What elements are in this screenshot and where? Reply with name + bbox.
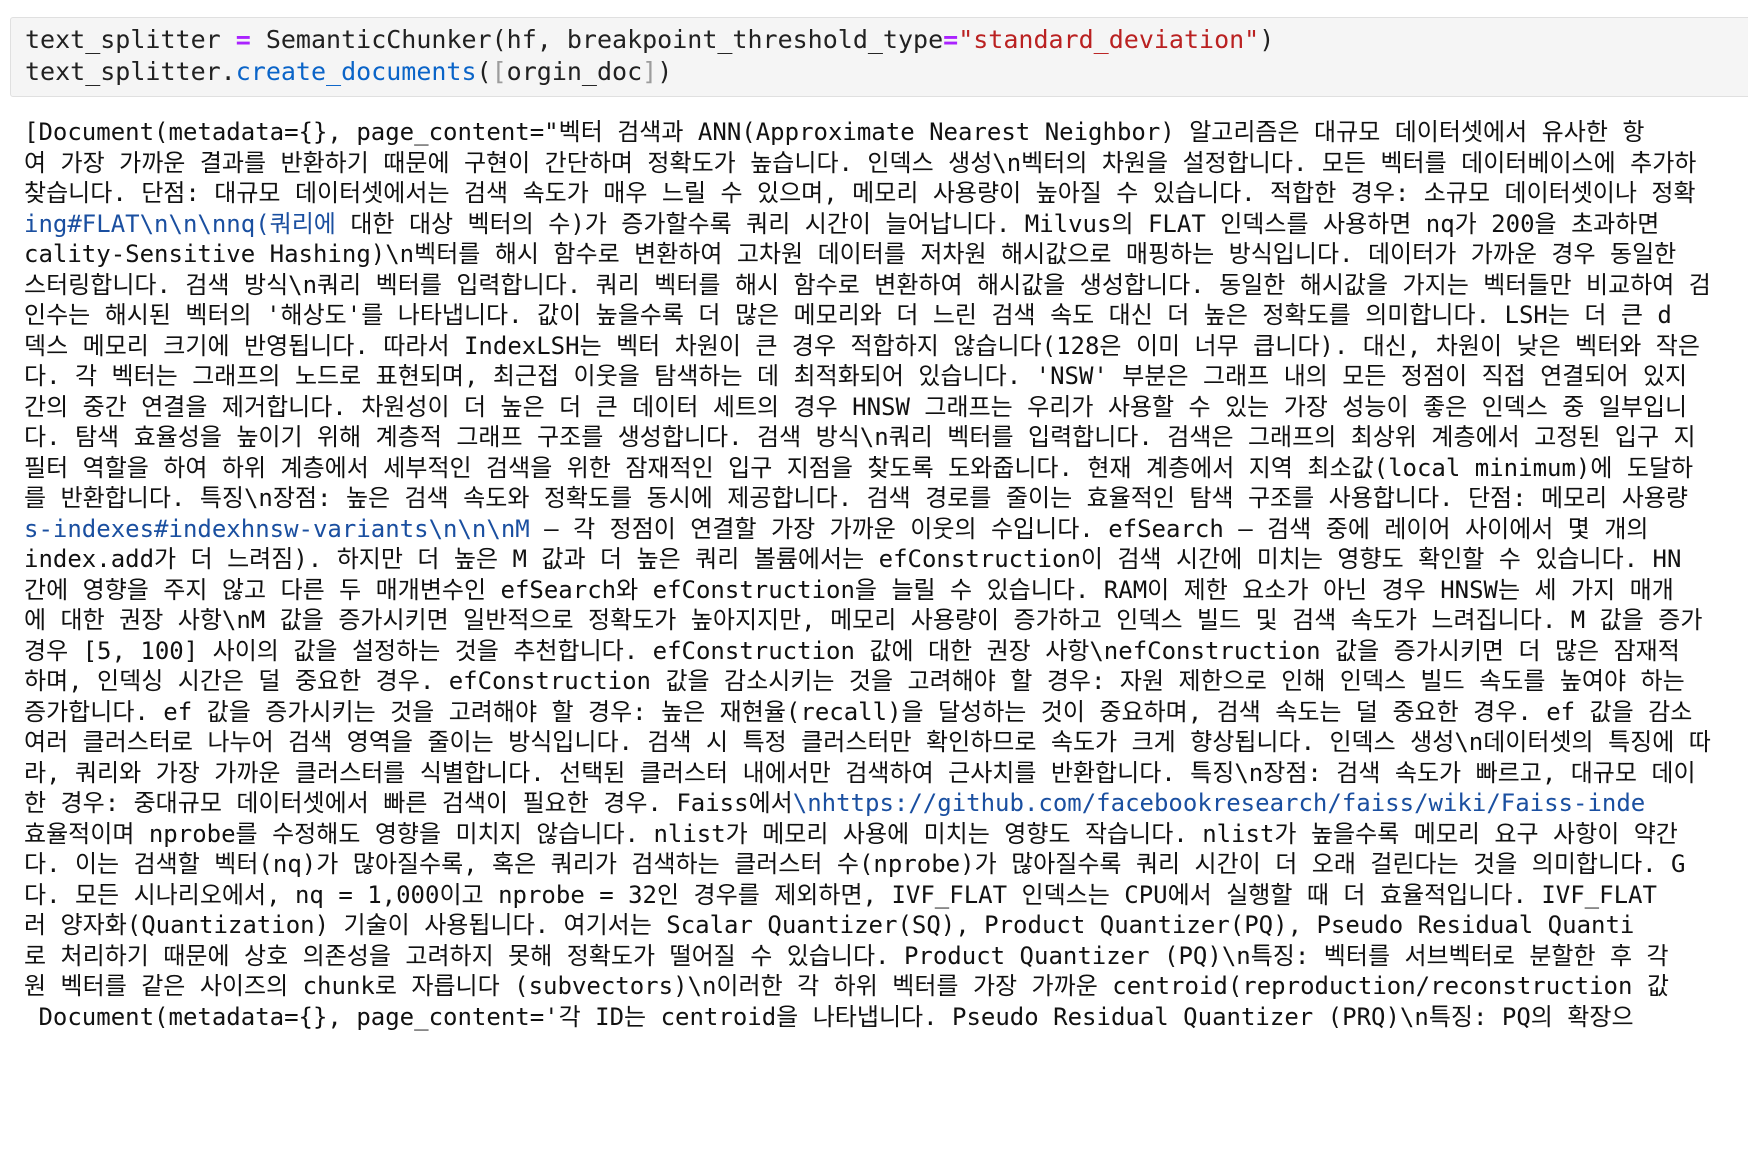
output-text: 라, 쿼리와 가장 가까운 클러스터를 식별합니다. 선택된 클러스터 내에서만… [24,758,1696,787]
output-text: 찾습니다. 단점: 대규모 데이터셋에서는 검색 속도가 매우 느릴 수 있으며… [24,179,1696,207]
output-text: 로 처리하기 때문에 상호 의존성을 고려하지 못해 정확도가 떨어질 수 있습… [24,941,1669,970]
output-line: 여러 클러스터로 나누어 검색 영역을 줄이는 방식입니다. 검색 시 특정 클… [24,727,1748,758]
output-line: ing#FLAT\n\n\nnq(쿼리에 대한 대상 벡터의 수)가 증가할수록… [24,209,1748,240]
output-line: 효율적이며 nprobe를 수정해도 영향을 미치지 않습니다. nlist가 … [24,819,1748,850]
output-text: Document(metadata={}, page_content='각 ID… [24,1002,1634,1031]
output-text: 인수는 해시된 벡터의 '해상도'를 나타냅니다. 값이 높을수록 더 많은 메… [24,301,1672,329]
output-text: 에 대한 권장 사항\nM 값을 증가시키면 일반적으로 정확도가 높아지지만,… [24,606,1703,634]
output-text: 필터 역할을 하여 하위 계층에서 세부적인 검색을 위한 잠재적인 입구 지점… [24,453,1694,482]
output-text: cality-Sensitive Hashing)\n벡터를 해시 함수로 변환… [24,240,1677,268]
output-line: s-indexes#indexhnsw-variants\n\n\nM – 각 … [24,514,1748,545]
output-line: 여 가장 가까운 결과를 반환하기 때문에 구현이 간단하며 정확도가 높습니다… [24,148,1748,179]
output-text: 간에 영향을 주지 않고 다른 두 매개변수인 efSearch와 efCons… [24,575,1674,604]
output-line: 간에 영향을 주지 않고 다른 두 매개변수인 efSearch와 efCons… [24,575,1748,606]
output-line: 필터 역할을 하여 하위 계층에서 세부적인 검색을 위한 잠재적인 입구 지점… [24,453,1748,484]
output-line: 다. 탐색 효율성을 높이기 위해 계층적 그래프 구조를 생성합니다. 검색 … [24,422,1748,453]
output-line: 한 경우: 중대규모 데이터셋에서 빠른 검색이 필요한 경우. Faiss에서… [24,788,1748,819]
output-text: [Document(metadata={}, page_content="벡터 … [24,118,1645,146]
output-text: 여러 클러스터로 나누어 검색 영역을 줄이는 방식입니다. 검색 시 특정 클… [24,728,1711,756]
output-line: 를 반환합니다. 특징\n장점: 높은 검색 속도와 정확도를 동시에 제공합니… [24,483,1748,514]
output-link-text: s-indexes#indexhnsw-variants\n\n\nM [24,514,530,543]
code-operator: = [943,25,959,54]
output-line: 로 처리하기 때문에 상호 의존성을 고려하지 못해 정확도가 떨어질 수 있습… [24,941,1748,972]
code-token: text_splitter. [25,57,236,86]
output-text: – 각 정점이 연결할 가장 가까운 이웃의 수입니다. efSearch – … [529,514,1663,543]
output-text: index.add가 더 느려짐). 하지만 더 높은 M 값과 더 높은 쿼리… [24,545,1682,573]
code-token: orgin_doc [506,57,643,86]
output-text: 경우 [5, 100] 사이의 값을 설정하는 것을 추천합니다. efCons… [24,636,1680,665]
output-line: 증가합니다. ef 값을 증가시키는 것을 고려해야 할 경우: 높은 재현율(… [24,697,1748,728]
code-line: text_splitter = SemanticChunker(hf, brea… [25,24,1274,56]
output-line: 스터링합니다. 검색 방식\n쿼리 벡터를 입력합니다. 쿼리 벡터를 해시 함… [24,270,1748,301]
output-line: 에 대한 권장 사항\nM 값을 증가시키면 일반적으로 정확도가 높아지지만,… [24,605,1748,636]
output-line: 경우 [5, 100] 사이의 값을 설정하는 것을 추천합니다. efCons… [24,636,1748,667]
output-text: 다. 이는 검색할 벡터(nq)가 많아질수록, 혹은 쿼리가 검색하는 클러스… [24,850,1686,878]
output-link-text: ing#FLAT\n\n\nnq(쿼리에 [24,209,336,238]
output-line: 러 양자화(Quantization) 기술이 사용됩니다. 여기서는 Scal… [24,910,1748,941]
output-line: 간의 중간 연결을 제거합니다. 차원성이 더 높은 더 큰 데이터 세트의 경… [24,392,1748,423]
output-text: 덱스 메모리 크기에 반영됩니다. 따라서 IndexLSH는 벡터 차원이 큰… [24,331,1700,360]
output-text: 효율적이며 nprobe를 수정해도 영향을 미치지 않습니다. nlist가 … [24,819,1678,848]
output-line: 원 벡터를 같은 사이즈의 chunk로 자릅니다 (subvectors)\n… [24,971,1748,1002]
code-bracket: [ [491,57,507,86]
output-text: 하며, 인덱싱 시간은 덜 중요한 경우. efConstruction 값을 … [24,667,1685,695]
code-line: text_splitter.create_documents([orgin_do… [25,56,672,88]
output-line: 다. 각 벡터는 그래프의 노드로 표현되며, 최근접 이웃을 탐색하는 데 최… [24,361,1748,392]
output-line: 인수는 해시된 벡터의 '해상도'를 나타냅니다. 값이 높을수록 더 많은 메… [24,300,1748,331]
output-text: 를 반환합니다. 특징\n장점: 높은 검색 속도와 정확도를 동시에 제공합니… [24,484,1688,512]
output-text: 원 벡터를 같은 사이즈의 chunk로 자릅니다 (subvectors)\n… [24,972,1669,1000]
output-line: 다. 모든 시나리오에서, nq = 1,000이고 nprobe = 32인 … [24,880,1748,911]
cell-output: [Document(metadata={}, page_content="벡터 … [24,117,1748,1032]
output-line: 덱스 메모리 크기에 반영됩니다. 따라서 IndexLSH는 벡터 차원이 큰… [24,331,1748,362]
code-input-cell[interactable]: text_splitter = SemanticChunker(hf, brea… [10,17,1748,97]
output-text: 스터링합니다. 검색 방식\n쿼리 벡터를 입력합니다. 쿼리 벡터를 해시 함… [24,270,1711,299]
code-string: "standard_deviation" [958,25,1260,54]
output-line: 하며, 인덱싱 시간은 덜 중요한 경우. efConstruction 값을 … [24,666,1748,697]
code-token: text_splitter [25,25,236,54]
code-bracket: ] [642,57,658,86]
code-method: create_documents [235,57,477,86]
code-token: ( [476,57,492,86]
output-text: 다. 탐색 효율성을 높이기 위해 계층적 그래프 구조를 생성합니다. 검색 … [24,423,1696,451]
output-text: 여 가장 가까운 결과를 반환하기 때문에 구현이 간단하며 정확도가 높습니다… [24,148,1697,177]
output-line: 다. 이는 검색할 벡터(nq)가 많아질수록, 혹은 쿼리가 검색하는 클러스… [24,849,1748,880]
output-line: 찾습니다. 단점: 대규모 데이터셋에서는 검색 속도가 매우 느릴 수 있으며… [24,178,1748,209]
output-text: 한 경우: 중대규모 데이터셋에서 빠른 검색이 필요한 경우. Faiss에서 [24,789,793,817]
code-operator: = [235,25,251,54]
output-text: 간의 중간 연결을 제거합니다. 차원성이 더 높은 더 큰 데이터 세트의 경… [24,392,1688,421]
output-link-text: \nhttps://github.com/facebookresearch/fa… [792,789,1646,817]
output-text: 다. 각 벡터는 그래프의 노드로 표현되며, 최근접 이웃을 탐색하는 데 최… [24,362,1688,390]
code-token: SemanticChunker(hf, breakpoint_threshold… [250,25,944,54]
output-line: index.add가 더 느려짐). 하지만 더 높은 M 값과 더 높은 쿼리… [24,544,1748,575]
output-line: 라, 쿼리와 가장 가까운 클러스터를 식별합니다. 선택된 클러스터 내에서만… [24,758,1748,789]
code-token: ) [657,57,673,86]
output-text: 다. 모든 시나리오에서, nq = 1,000이고 nprobe = 32인 … [24,880,1657,909]
output-line: Document(metadata={}, page_content='각 ID… [24,1002,1748,1033]
output-text: 러 양자화(Quantization) 기술이 사용됩니다. 여기서는 Scal… [24,911,1635,939]
output-text: 증가합니다. ef 값을 증가시키는 것을 고려해야 할 경우: 높은 재현율(… [24,697,1693,726]
output-line: cality-Sensitive Hashing)\n벡터를 해시 함수로 변환… [24,239,1748,270]
output-text: 대한 대상 벡터의 수)가 증가할수록 쿼리 시간이 늘어납니다. Milvus… [335,209,1660,238]
output-line: [Document(metadata={}, page_content="벡터 … [24,117,1748,148]
code-token: ) [1259,25,1275,54]
